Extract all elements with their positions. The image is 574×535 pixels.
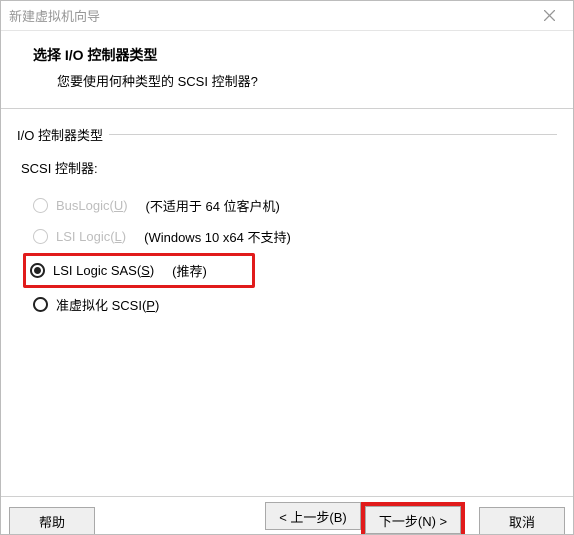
wizard-footer: 帮助 < 上一步(B) 下一步(N) > 取消 xyxy=(1,496,573,534)
radio-note: (推荐) xyxy=(172,261,207,280)
radio-note: (不适用于 64 位客户机) xyxy=(146,196,280,215)
wizard-window: 新建虚拟机向导 选择 I/O 控制器类型 您要使用何种类型的 SCSI 控制器?… xyxy=(0,0,574,535)
radio-icon xyxy=(33,198,48,213)
close-button[interactable] xyxy=(529,2,569,30)
group-legend-row: I/O 控制器类型 xyxy=(17,125,557,144)
legend-divider xyxy=(109,134,557,135)
next-button[interactable]: 下一步(N) > xyxy=(365,506,461,534)
help-button[interactable]: 帮助 xyxy=(9,507,95,535)
close-icon xyxy=(544,10,555,21)
wizard-header: 选择 I/O 控制器类型 您要使用何种类型的 SCSI 控制器? xyxy=(1,31,573,109)
cancel-button[interactable]: 取消 xyxy=(479,507,565,535)
content-area: I/O 控制器类型 SCSI 控制器: BusLogic(U) (不适用于 64… xyxy=(1,109,573,337)
group-legend: I/O 控制器类型 xyxy=(17,125,103,144)
highlight-annotation: 下一步(N) > xyxy=(361,502,465,535)
radio-label: LSI Logic(L) xyxy=(56,229,126,244)
io-controller-group: I/O 控制器类型 SCSI 控制器: BusLogic(U) (不适用于 64… xyxy=(17,125,557,319)
radio-note: (Windows 10 x64 不支持) xyxy=(144,227,291,246)
radio-label: BusLogic(U) xyxy=(56,198,128,213)
page-subtitle: 您要使用何种类型的 SCSI 控制器? xyxy=(33,71,549,90)
radio-label: LSI Logic SAS(S) xyxy=(53,263,154,278)
radio-icon xyxy=(33,297,48,312)
scsi-label: SCSI 控制器: xyxy=(21,158,557,177)
radio-icon xyxy=(33,229,48,244)
radio-icon xyxy=(30,263,45,278)
radio-lsilogic: LSI Logic(L) (Windows 10 x64 不支持) xyxy=(27,222,557,251)
radio-lsilogic-sas[interactable]: LSI Logic SAS(S) (推荐) xyxy=(30,259,207,282)
page-title: 选择 I/O 控制器类型 xyxy=(33,45,549,65)
back-button[interactable]: < 上一步(B) xyxy=(265,502,361,530)
radio-buslogic: BusLogic(U) (不适用于 64 位客户机) xyxy=(27,191,557,220)
nav-button-group: < 上一步(B) 下一步(N) > xyxy=(265,502,465,534)
radio-label: 准虚拟化 SCSI(P) xyxy=(56,295,159,314)
highlight-annotation: LSI Logic SAS(S) (推荐) xyxy=(23,253,255,288)
titlebar: 新建虚拟机向导 xyxy=(1,1,573,31)
radio-paravirtual-scsi[interactable]: 准虚拟化 SCSI(P) xyxy=(27,290,557,319)
window-title: 新建虚拟机向导 xyxy=(9,6,100,25)
